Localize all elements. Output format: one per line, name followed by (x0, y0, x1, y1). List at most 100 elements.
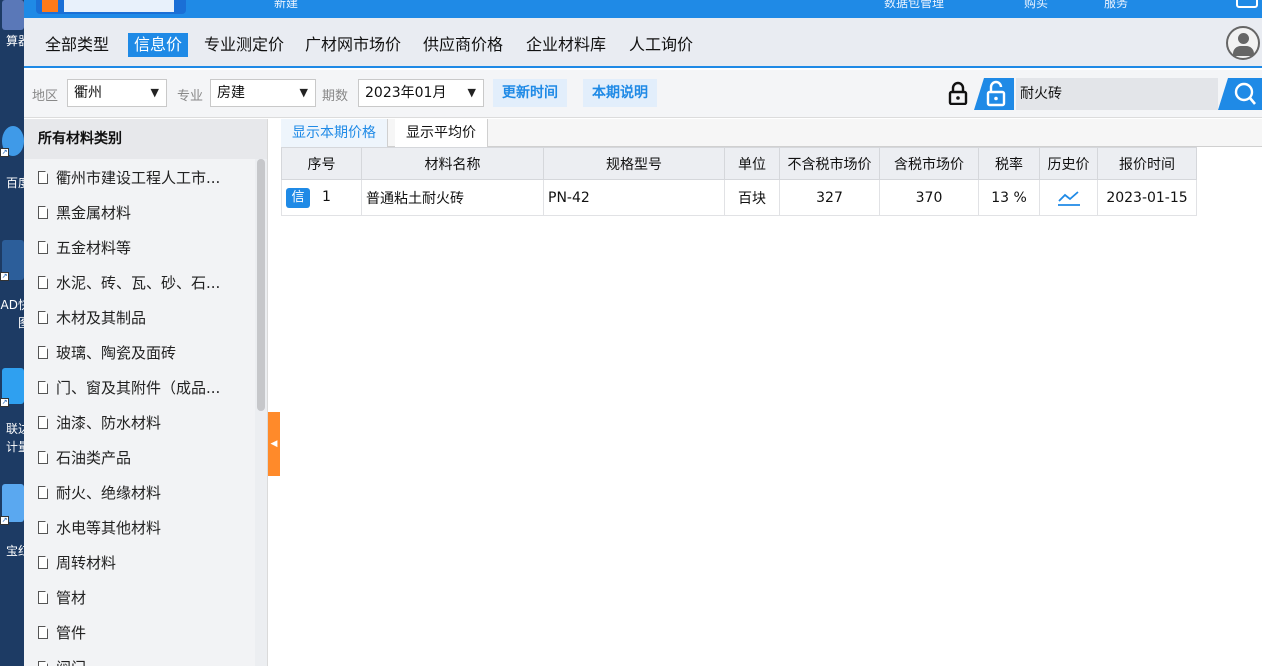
unlock-icon (974, 78, 1006, 110)
tab-info-price[interactable]: 信息价 (128, 33, 189, 57)
desktop-shortcut-baidu[interactable]: ↗ 百度 (0, 126, 24, 190)
col-header-price-ex-tax[interactable]: 不含税市场价 (779, 147, 880, 180)
cell-name: 普通粘土耐火砖 (361, 179, 544, 216)
scrollbar-thumb[interactable] (257, 159, 265, 411)
col-header-history[interactable]: 历史价 (1039, 147, 1098, 180)
col-header-unit[interactable]: 单位 (724, 147, 780, 180)
table-header-row: 序号 材料名称 规格型号 单位 不含税市场价 含税市场价 税率 历史价 报价时间 (281, 147, 1197, 180)
category-item[interactable]: 管件 (24, 616, 254, 651)
category-item[interactable]: 石油类产品 (24, 441, 254, 476)
category-item[interactable]: 油漆、防水材料 (24, 406, 254, 441)
category-item-label: 黑金属材料 (56, 204, 132, 222)
tab-gcw-market-price[interactable]: 广材网市场价 (299, 33, 407, 57)
cell-unit: 百块 (724, 179, 780, 216)
desktop-strip: 算器 ↗ 百度 ↗ AD快 图 ↗ 联达 计量 ↗ 宝红 (0, 0, 24, 666)
document-icon (38, 311, 48, 324)
desktop-shortcut-label: 算器 (5, 34, 24, 48)
search-input-value: 耐火砖 (1020, 86, 1062, 102)
col-header-name[interactable]: 材料名称 (361, 147, 544, 180)
desktop-shortcut-glodon[interactable]: ↗ 联达 计量 (0, 368, 24, 458)
period-value: 2023年01月 (365, 85, 447, 101)
search-input[interactable]: 耐火砖 (1016, 78, 1218, 110)
category-item-label: 水泥、砖、瓦、砂、石... (56, 274, 221, 292)
category-panel-title: 所有材料类别 (24, 119, 267, 159)
desktop-shortcut-label: 计量 (5, 440, 24, 454)
filter-bar: 地区 衢州 ▼ 专业 房建 ▼ 期数 2023年01月 ▼ 更新时间 本期说明 … (24, 70, 1262, 118)
period-select[interactable]: 2023年01月 ▼ (358, 79, 484, 107)
panel-collapse-handle[interactable]: ◀ (268, 412, 280, 476)
category-item[interactable]: 水电等其他材料 (24, 511, 254, 546)
user-avatar-icon[interactable] (1226, 26, 1260, 60)
major-select[interactable]: 房建 ▼ (210, 79, 316, 107)
tab-average-price[interactable]: 显示平均价 (395, 119, 488, 147)
price-table: 序号 材料名称 规格型号 单位 不含税市场价 含税市场价 税率 历史价 报价时间… (281, 147, 1197, 216)
tab-manual-inquiry[interactable]: 人工询价 (623, 33, 699, 57)
region-select[interactable]: 衢州 ▼ (67, 79, 167, 107)
category-item[interactable]: 水泥、砖、瓦、砂、石... (24, 266, 254, 301)
tab-current-price[interactable]: 显示本期价格 (281, 119, 388, 147)
chevron-down-icon: ▼ (150, 86, 159, 99)
desktop-shortcut-label: 图 (17, 316, 24, 330)
category-item[interactable]: 黑金属材料 (24, 196, 254, 231)
shortcut-arrow-icon: ↗ (0, 398, 9, 407)
tab-supplier-price[interactable]: 供应商价格 (417, 33, 509, 57)
window-icon[interactable] (1236, 0, 1258, 8)
desktop-shortcut-calculator[interactable]: 算器 (0, 0, 24, 48)
category-item[interactable]: 耐火、绝缘材料 (24, 476, 254, 511)
header-menu-buy[interactable]: 购买 (1024, 0, 1048, 10)
category-item[interactable]: 管材 (24, 581, 254, 616)
period-note-button[interactable]: 本期说明 (583, 79, 657, 107)
desktop-shortcut-app[interactable]: ↗ 宝红 (0, 484, 24, 564)
update-time-button[interactable]: 更新时间 (493, 79, 567, 107)
category-item-label: 油漆、防水材料 (56, 414, 162, 432)
info-price-badge: 信 (286, 187, 310, 208)
tab-professional-price[interactable]: 专业测定价 (198, 33, 290, 57)
category-item[interactable]: 阀门 (24, 651, 254, 666)
cell-spec: PN-42 (543, 179, 725, 216)
category-item-label: 五金材料等 (56, 239, 132, 257)
category-item-label: 玻璃、陶瓷及面砖 (56, 344, 177, 362)
category-item[interactable]: 周转材料 (24, 546, 254, 581)
cell-price-in-tax: 370 (879, 179, 979, 216)
category-scrollbar[interactable] (255, 159, 267, 666)
logo-mark-icon (42, 0, 58, 12)
history-chart-icon[interactable] (1056, 188, 1082, 208)
document-icon (38, 521, 48, 534)
table-row[interactable]: 信1 普通粘土耐火砖 PN-42 百块 327 370 13 % 2023-01… (281, 179, 1197, 216)
unlock-toggle[interactable] (974, 78, 1014, 110)
price-content: 显示本期价格 显示平均价 序号 材料名称 规格型号 单位 不含税市场价 含税市场… (281, 119, 1262, 666)
document-icon (38, 171, 48, 184)
material-category-panel: 所有材料类别 衢州市建设工程人工市... 黑金属材料 五金材料等 水泥、砖、瓦、… (24, 119, 268, 666)
desktop-shortcut-cad[interactable]: ↗ AD快 图 (0, 240, 24, 332)
document-icon (38, 486, 48, 499)
header-menu-service[interactable]: 服务 (1104, 0, 1128, 10)
category-item[interactable]: 五金材料等 (24, 231, 254, 266)
tab-enterprise-library[interactable]: 企业材料库 (520, 33, 612, 57)
category-item[interactable]: 衢州市建设工程人工市... (24, 161, 254, 196)
shortcut-arrow-icon: ↗ (0, 272, 9, 281)
col-header-tax-rate[interactable]: 税率 (978, 147, 1040, 180)
col-header-index[interactable]: 序号 (281, 147, 362, 180)
col-header-quote-date[interactable]: 报价时间 (1097, 147, 1197, 180)
document-icon (38, 451, 48, 464)
tab-all-types[interactable]: 全部类型 (39, 33, 115, 57)
category-item-label: 水电等其他材料 (56, 519, 162, 537)
header-menu-package[interactable]: 数据包管理 (884, 0, 944, 10)
cell-index: 信1 (281, 179, 362, 216)
document-icon (38, 381, 48, 394)
cell-quote-date: 2023-01-15 (1097, 179, 1197, 216)
desktop-shortcut-label: 百度 (5, 176, 24, 190)
category-item-label: 耐火、绝缘材料 (56, 484, 162, 502)
category-item-label: 阀门 (56, 659, 86, 666)
category-item[interactable]: 门、窗及其附件（成品... (24, 371, 254, 406)
col-header-price-in-tax[interactable]: 含税市场价 (879, 147, 979, 180)
document-icon (38, 416, 48, 429)
category-item[interactable]: 玻璃、陶瓷及面砖 (24, 336, 254, 371)
cell-history (1039, 179, 1098, 216)
logo-wordmark (64, 0, 174, 12)
category-item[interactable]: 木材及其制品 (24, 301, 254, 336)
lock-icon[interactable] (947, 81, 969, 105)
search-button[interactable] (1218, 78, 1262, 110)
col-header-spec[interactable]: 规格型号 (543, 147, 725, 180)
header-menu-new[interactable]: 新建 (274, 0, 298, 10)
